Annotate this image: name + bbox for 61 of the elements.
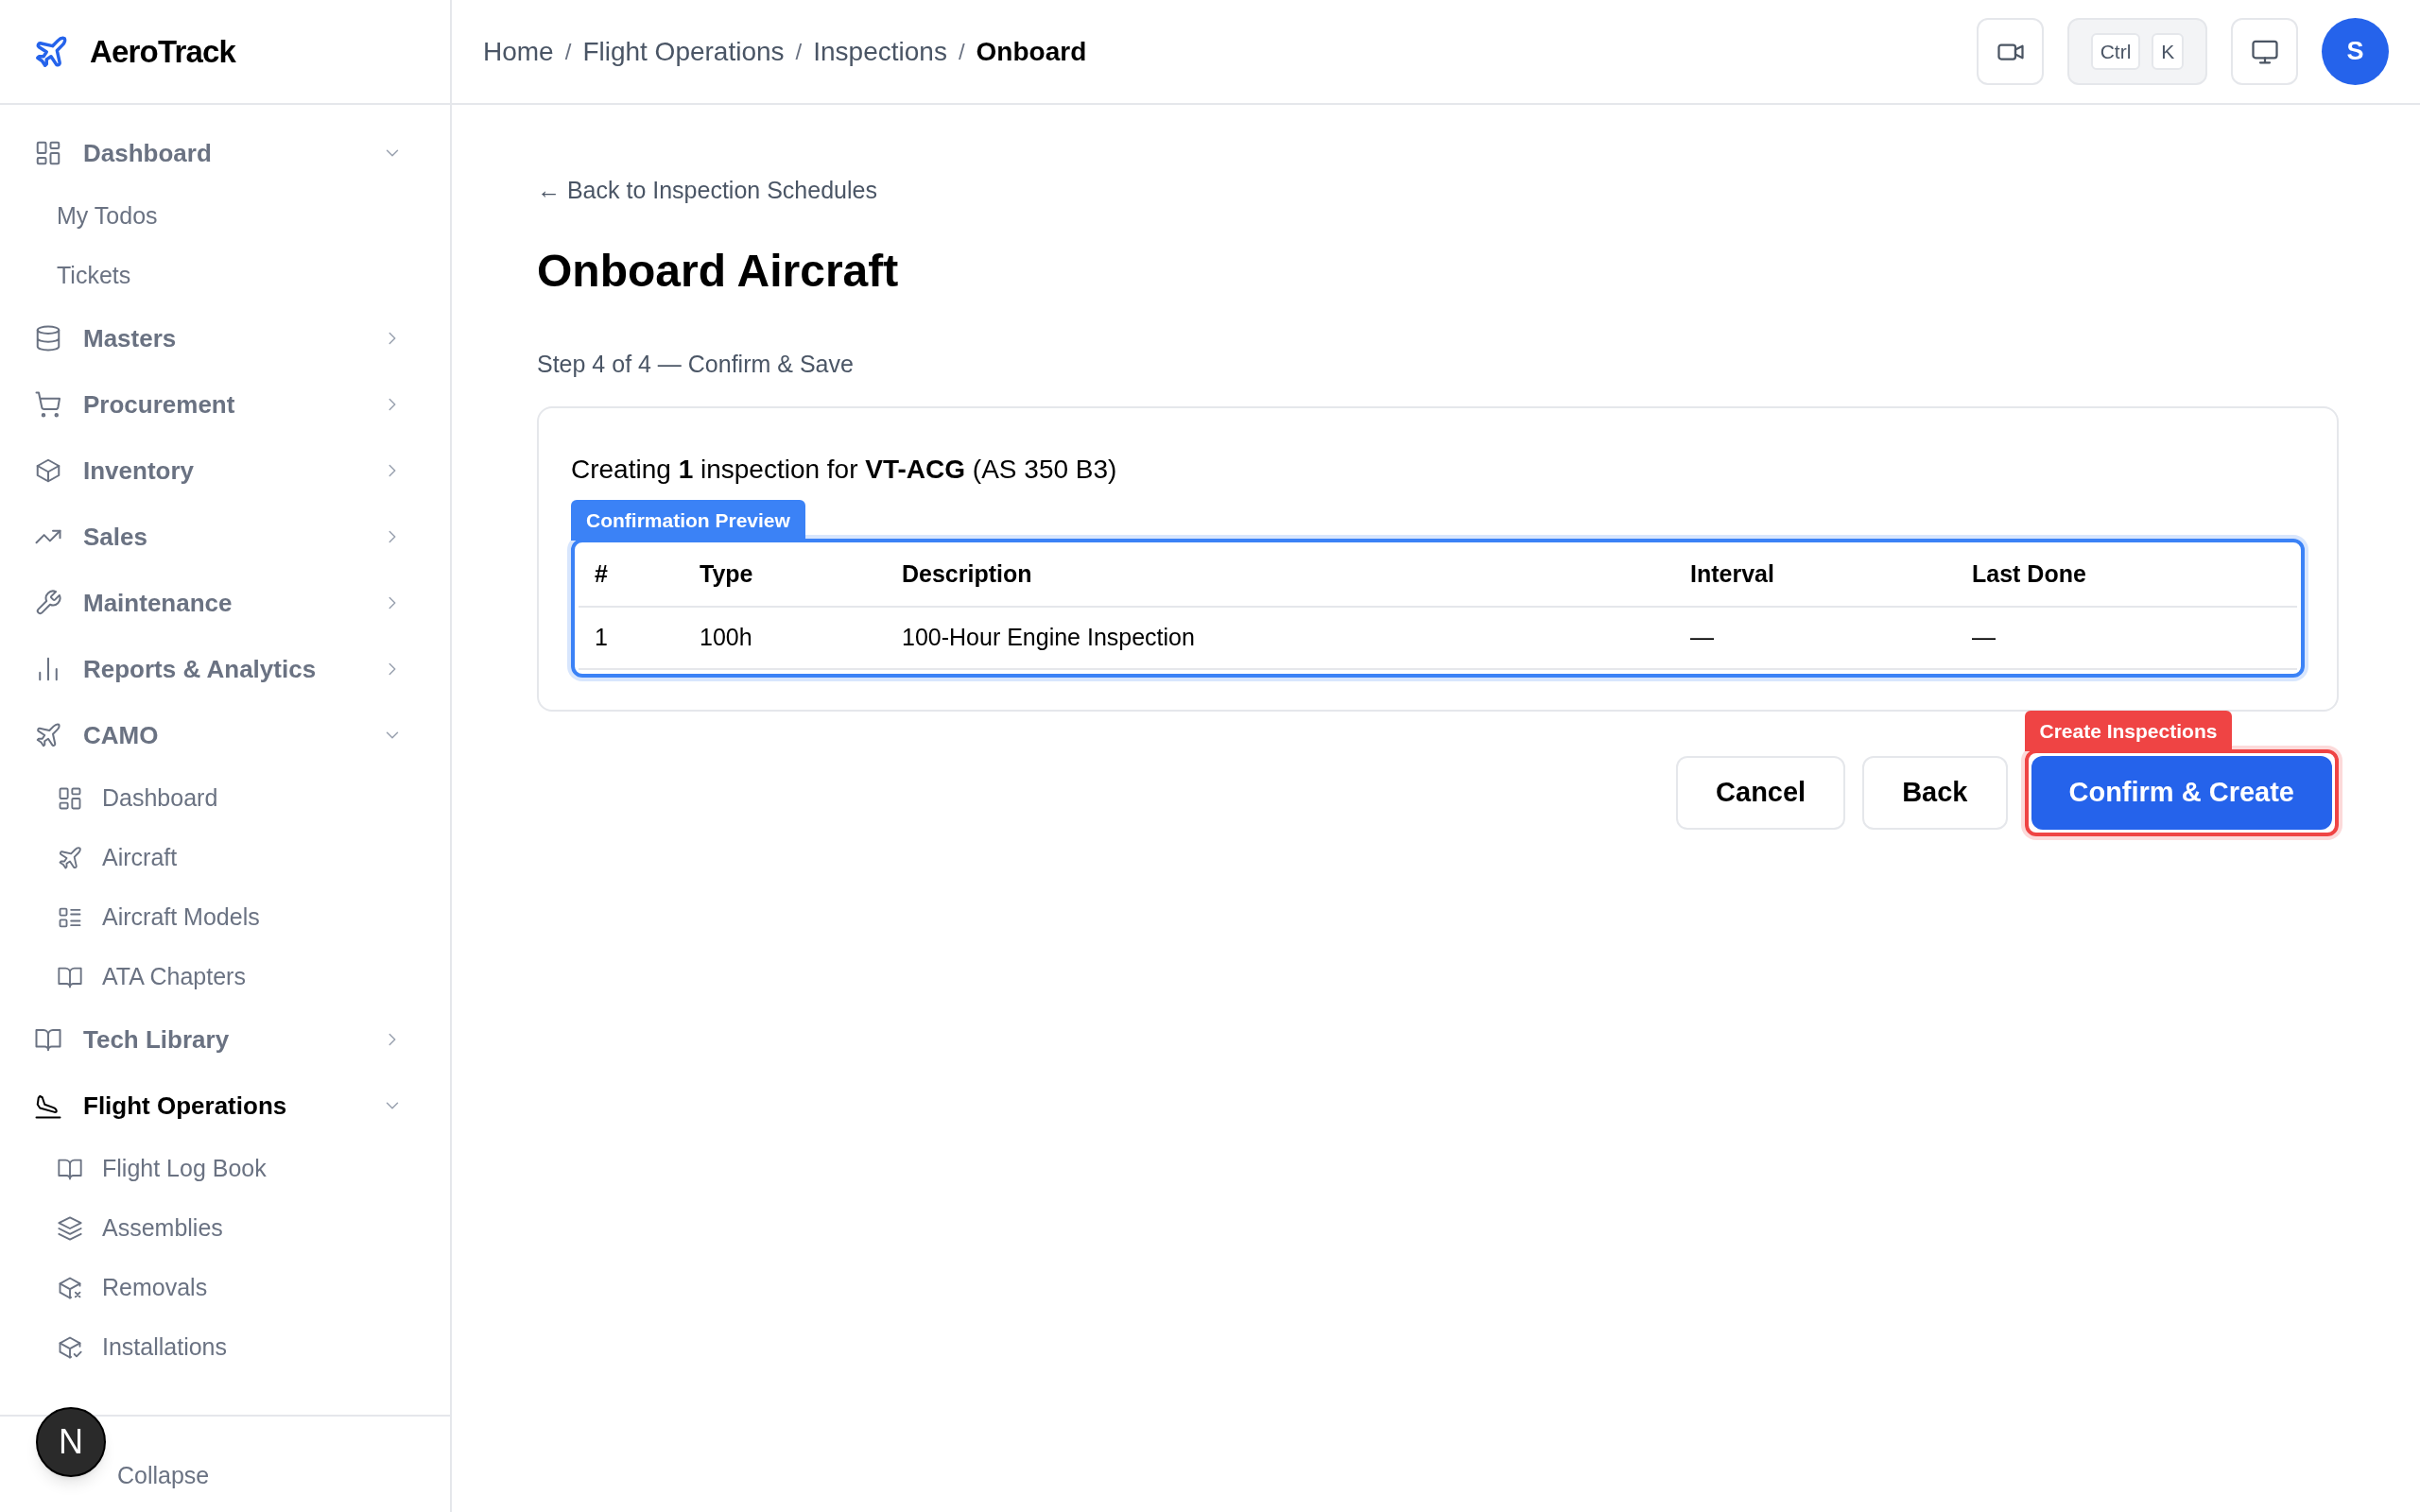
grid-icon (34, 139, 62, 167)
user-avatar[interactable]: S (2322, 18, 2389, 85)
sidebar-item[interactable]: Inventory (0, 438, 450, 504)
column-header: # (579, 542, 683, 607)
summary-text: Creating 1 inspection for VT-ACG (AS 350 B3) (571, 454, 1117, 486)
action-button[interactable]: Cancel (1676, 756, 1846, 830)
column-header: Last Done (1956, 542, 2297, 607)
sidebar-subitem[interactable]: Aircraft (0, 828, 450, 887)
sidebar-item[interactable]: Flight Operations (0, 1073, 450, 1139)
table-cell: 100h (683, 607, 886, 669)
collapse-button[interactable]: Collapse (117, 1458, 210, 1494)
sidebar-subitem[interactable]: Removals (0, 1258, 450, 1317)
sidebar-item[interactable]: Reports & Analytics (0, 636, 450, 702)
table-cell: 1 (579, 607, 683, 669)
highlight-label: Confirmation Preview (571, 499, 805, 541)
action-button[interactable]: Back (1862, 756, 2008, 830)
breadcrumb-link[interactable]: Flight Operations (582, 31, 785, 72)
sidebar-subitem[interactable]: My Todos (0, 186, 450, 246)
database-icon (34, 324, 62, 352)
back-link[interactable]: ← Back to Inspection Schedules (537, 173, 877, 209)
sidebar-subitem[interactable]: Dashboard (0, 768, 450, 828)
dev-badge[interactable]: N (36, 1407, 106, 1477)
breadcrumb-separator: / (795, 37, 803, 66)
video-button[interactable] (1977, 18, 2044, 85)
column-header: Interval (1674, 542, 1956, 607)
display-button[interactable] (2231, 18, 2298, 85)
layers-icon (57, 1214, 83, 1242)
column-header: Type (683, 542, 886, 607)
sidebar-subitem[interactable]: Flight Log Book (0, 1139, 450, 1198)
sidebar-item[interactable]: Masters (0, 305, 450, 371)
sidebar-item[interactable]: Maintenance (0, 570, 450, 636)
wrench-icon (34, 589, 62, 617)
breadcrumb-link[interactable]: Inspections (813, 31, 947, 72)
step-indicator: Step 4 of 4 — Confirm & Save (537, 349, 854, 379)
highlight-label: Create Inspections (2024, 710, 2233, 751)
breadcrumb-separator: / (958, 37, 965, 66)
command-palette-button[interactable]: Ctrl K (2067, 18, 2207, 85)
sidebar-subitem[interactable]: Tickets (0, 246, 450, 305)
page-title: Onboard Aircraft (537, 244, 899, 298)
box-icon (34, 456, 62, 485)
table-cell: 100-Hour Engine Inspection (886, 607, 1674, 669)
sidebar-item[interactable]: Tech Library (0, 1006, 450, 1073)
breadcrumb-separator: / (564, 37, 572, 66)
table-cell: — (1674, 607, 1956, 669)
app-name: AeroTrack (90, 32, 235, 71)
sidebar-subitem[interactable]: ATA Chapters (0, 947, 450, 1006)
sidebar-subitem[interactable]: Aircraft Models (0, 887, 450, 947)
airplane-icon (57, 844, 83, 871)
airplane-icon (34, 721, 62, 749)
confirm-button[interactable]: Confirm & Create (2031, 756, 2332, 830)
breadcrumb-link[interactable]: Onboard (976, 31, 1087, 72)
breadcrumb-link[interactable]: Home (483, 31, 554, 72)
sidebar-item[interactable]: CAMO (0, 702, 450, 768)
table-cell: — (1956, 607, 2297, 669)
cart-icon (34, 390, 62, 419)
sidebar-item[interactable]: Dashboard (0, 120, 450, 186)
sidebar-subitem[interactable]: Assemblies (0, 1198, 450, 1258)
sidebar-item[interactable]: Procurement (0, 371, 450, 438)
column-header: Description (886, 542, 1674, 607)
sidebar-item[interactable]: Sales (0, 504, 450, 570)
sidebar-subitem[interactable]: Installations (0, 1317, 450, 1377)
